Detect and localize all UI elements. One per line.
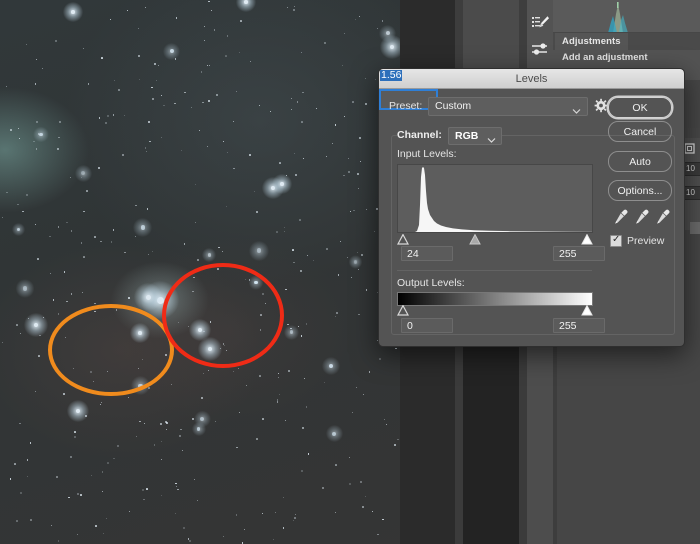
channel-value: RGB — [455, 130, 479, 142]
cancel-button[interactable]: Cancel — [608, 121, 672, 142]
dialog-title: Levels — [515, 72, 548, 85]
input-levels-label: Input Levels: — [397, 148, 457, 160]
preset-value: Custom — [435, 100, 472, 112]
orange-circle-annotation — [48, 304, 174, 396]
add-an-adjustment-label: Add an adjustment — [562, 52, 648, 63]
input-levels-histogram[interactable] — [397, 164, 593, 233]
auto-button[interactable]: Auto — [608, 151, 672, 172]
properties-panel-footer-button[interactable] — [690, 222, 700, 234]
dialog-divider — [397, 270, 592, 271]
output-black-point-field[interactable]: 0 — [401, 318, 453, 333]
output-levels-sliders[interactable] — [393, 303, 595, 316]
input-levels-sliders[interactable] — [393, 232, 595, 245]
preset-label: Preset: — [389, 100, 423, 112]
dialog-title-bar[interactable]: Levels — [379, 69, 684, 89]
set-white-point-eyedropper-icon[interactable] — [655, 209, 670, 230]
red-circle-annotation — [162, 263, 284, 368]
panel-histogram — [553, 0, 700, 34]
output-white-point-slider[interactable] — [581, 303, 593, 316]
lower-tool-rail-bg — [527, 344, 553, 544]
levels-dialog[interactable]: Levels Preset: Custom Channel: RGB Input… — [378, 68, 685, 347]
input-gamma-slider[interactable] — [469, 232, 481, 245]
photoshop-workspace: Adjustments Add an adjustment 10 10 Leve… — [0, 0, 700, 544]
tab-adjustments[interactable]: Adjustments — [555, 33, 628, 50]
property-width-field[interactable]: 10 — [683, 162, 700, 176]
check-icon: ✓ — [612, 234, 621, 245]
adjustment-brush-icon[interactable] — [529, 12, 551, 34]
panel-histogram-plot — [553, 0, 700, 33]
input-black-point-field[interactable]: 24 — [401, 246, 453, 261]
lower-dark-band — [463, 344, 519, 544]
output-black-point-slider[interactable] — [397, 303, 409, 316]
preview-checkbox[interactable]: ✓ — [610, 235, 622, 247]
chevron-down-icon — [572, 102, 581, 120]
options-button[interactable]: Options... — [608, 180, 672, 201]
property-height-field[interactable]: 10 — [683, 186, 700, 200]
panel-tab-row[interactable]: Adjustments — [553, 33, 700, 50]
chevron-down-icon — [487, 131, 496, 149]
set-black-point-eyedropper-icon[interactable] — [613, 209, 628, 230]
input-white-point-field[interactable]: 255 — [553, 246, 605, 261]
ok-button[interactable]: OK — [608, 97, 672, 118]
preview-label: Preview — [627, 235, 665, 247]
preset-select[interactable]: Custom — [428, 97, 588, 116]
lower-panel-edge — [553, 344, 557, 544]
input-gamma-value: 1.56 — [380, 69, 403, 81]
lower-gutter-left — [455, 344, 463, 544]
channel-label: Channel: — [397, 129, 442, 141]
output-white-point-field[interactable]: 255 — [553, 318, 605, 333]
input-white-point-slider[interactable] — [581, 232, 593, 245]
output-levels-label: Output Levels: — [397, 277, 465, 289]
levels-sliders-icon[interactable] — [529, 38, 551, 60]
input-black-point-slider[interactable] — [397, 232, 409, 245]
preview-row[interactable]: ✓ Preview — [610, 235, 664, 247]
eyedropper-group[interactable] — [613, 209, 670, 225]
input-levels-histogram-plot — [398, 165, 592, 232]
channel-select[interactable]: RGB — [448, 127, 502, 145]
lower-gutter-right — [519, 344, 527, 544]
set-gray-point-eyedropper-icon[interactable] — [634, 209, 649, 230]
